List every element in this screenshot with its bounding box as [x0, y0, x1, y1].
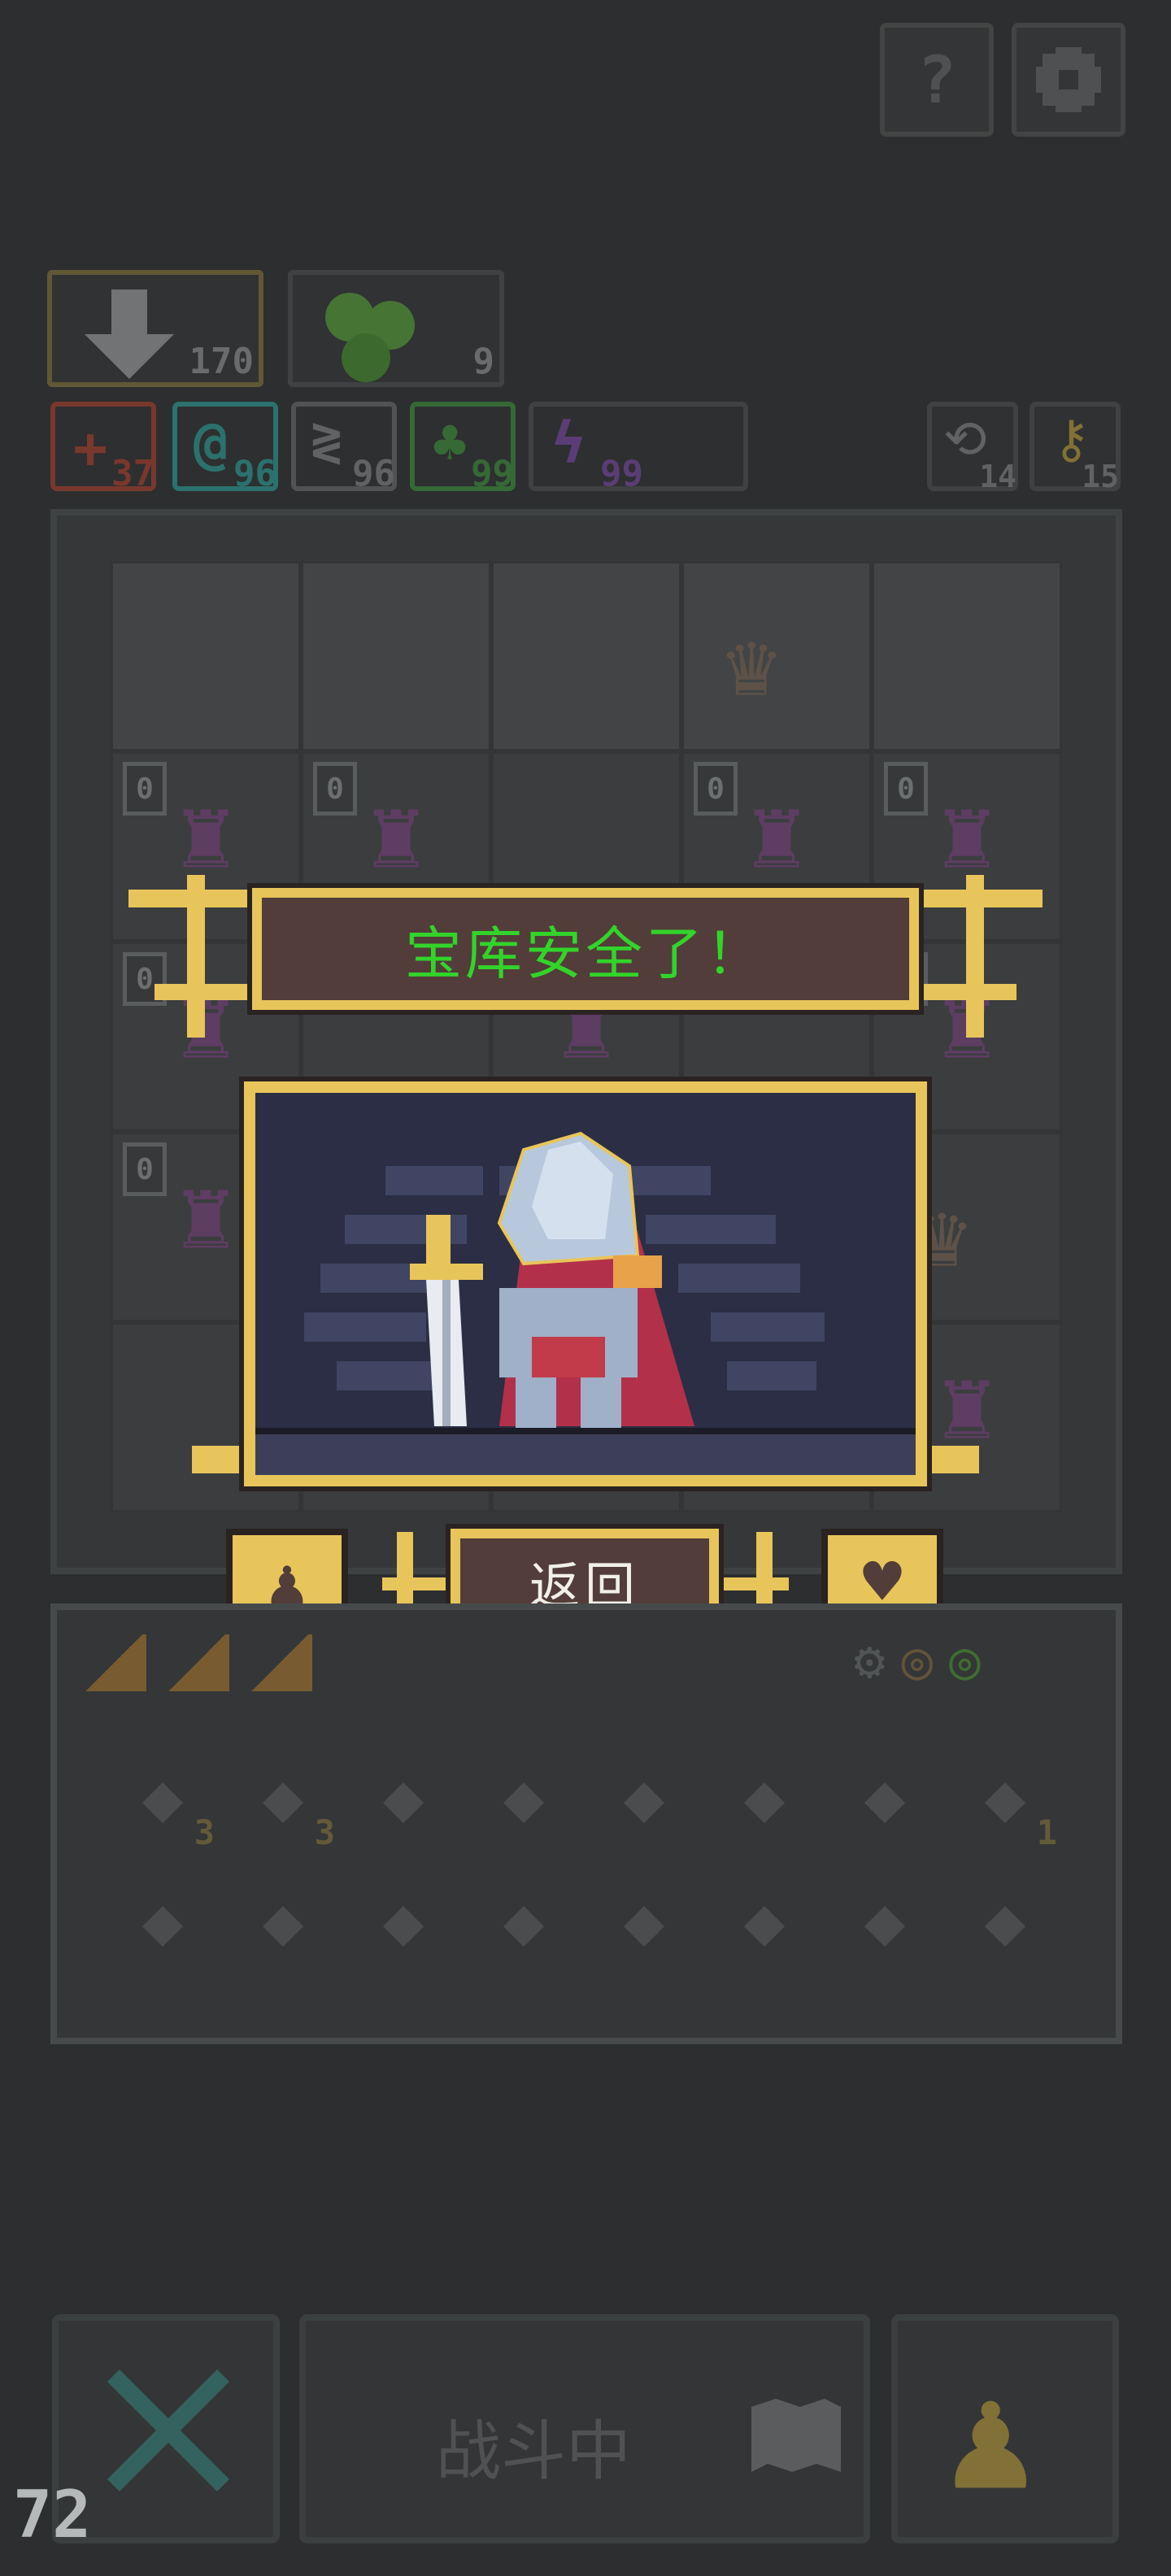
herb-resource: 9 — [288, 270, 504, 387]
scroll-icon[interactable]: ◆ 3 — [234, 1748, 335, 1852]
key-counter[interactable]: ⚷ 15 — [1030, 402, 1121, 494]
item-count: 1 — [1036, 1812, 1057, 1852]
hammer-icon[interactable]: ◆ — [355, 1748, 452, 1846]
help-button[interactable]: ? — [880, 23, 994, 137]
stat-magic: @ 96 — [172, 402, 278, 494]
lightning-icon: ϟ — [551, 410, 586, 476]
blue-flame-card-icon[interactable]: ◆ — [716, 1872, 813, 1969]
gear-slot-icon: ⚙ — [854, 1631, 886, 1691]
battle-label: 战斗中 — [436, 2413, 631, 2489]
stat-speed: ≷ 96 — [291, 402, 397, 494]
armor-value: 170 — [189, 341, 254, 382]
leaf-icon: ♣ — [433, 410, 468, 476]
green-arrow-icon[interactable]: ◆ — [114, 1872, 211, 1969]
gear-icon — [1036, 47, 1101, 112]
heart-gem-icon[interactable]: ◆ 3 — [114, 1748, 215, 1852]
level-badge: 0 — [123, 1142, 167, 1196]
blue-swirl-icon[interactable]: ◆ — [355, 1872, 452, 1969]
plus-icon: + — [73, 415, 108, 481]
herb-value: 9 — [472, 341, 495, 382]
settings-button[interactable] — [1012, 23, 1125, 137]
herb-cluster-icon — [325, 293, 415, 382]
crystal-icon: ♛ — [725, 612, 779, 716]
shield-down-icon — [85, 289, 174, 379]
swirl-icon: @ — [194, 410, 229, 476]
purple-swirl-icon[interactable]: ◆ — [234, 1872, 332, 1969]
board-cell[interactable] — [872, 561, 1062, 751]
chalice-icon[interactable]: ◆ — [595, 1748, 693, 1846]
banner-right-post — [966, 875, 984, 1038]
board-cell[interactable]: ♛ — [681, 561, 872, 751]
pawn-icon: ♟ — [947, 2353, 1035, 2523]
map-icon — [751, 2399, 841, 2472]
inventory-row-2: ◆ ◆ ◆ ◆ ◆ ◆ ◆ ◆ — [114, 1872, 1054, 1969]
ramp-tile — [164, 1634, 229, 1691]
board-cell[interactable] — [301, 561, 491, 751]
battle-status-button[interactable]: 战斗中 — [299, 2314, 870, 2543]
ramp-tile — [247, 1634, 312, 1691]
modal-title-banner: 宝库安全了！ — [252, 888, 919, 1010]
arrow-icon[interactable]: ◆ — [716, 1748, 813, 1846]
ring-slots: ⚙ ◎ ◎ — [854, 1631, 981, 1691]
jar-icon[interactable]: ◆ 1 — [956, 1748, 1057, 1852]
item-count: 3 — [194, 1812, 215, 1852]
pawn-bottom-button[interactable]: ♟ — [891, 2314, 1119, 2543]
level-badge: 0 — [123, 762, 167, 816]
ramp-tile — [81, 1634, 146, 1691]
rose-card-icon[interactable]: ◆ — [595, 1872, 693, 1969]
axe-icon[interactable]: ◆ — [475, 1748, 572, 1846]
ring-icon: ◎ — [901, 1631, 934, 1691]
fps-counter: 72 — [13, 2477, 92, 2552]
level-badge: 0 — [884, 762, 928, 816]
knight-illustration — [255, 1131, 916, 1475]
board-cell[interactable] — [491, 561, 681, 751]
inventory-row-1: ◆ 3 ◆ 3 ◆ ◆ ◆ ◆ ◆ ◆ 1 — [114, 1748, 1057, 1852]
wing-icon: ≷ — [311, 411, 342, 472]
castle-card-icon[interactable]: ◆ — [475, 1872, 572, 1969]
board-cell[interactable] — [111, 561, 301, 751]
banner-left-post — [187, 875, 205, 1038]
bat-icon[interactable]: ◆ — [956, 1872, 1054, 1969]
item-count: 3 — [314, 1812, 335, 1852]
hero-scene — [244, 1081, 927, 1486]
gear-star-icon[interactable]: ◆ — [836, 1872, 934, 1969]
x-icon — [107, 2369, 229, 2491]
modal-title: 宝库安全了！ — [405, 920, 766, 987]
armor-resource: 170 — [47, 270, 263, 387]
level-badge: 0 — [694, 762, 738, 816]
green-ring-icon: ◎ — [949, 1631, 981, 1691]
stat-nature: ♣ 99 — [410, 402, 516, 494]
stat-health: + 37 — [50, 402, 156, 494]
level-badge: 0 — [313, 762, 357, 816]
refresh-counter[interactable]: ⟲ 14 — [927, 402, 1018, 494]
potion-icon[interactable]: ◆ — [836, 1748, 934, 1846]
ramp-tiles — [81, 1634, 312, 1691]
stat-energy: ϟ 99 — [529, 402, 748, 494]
